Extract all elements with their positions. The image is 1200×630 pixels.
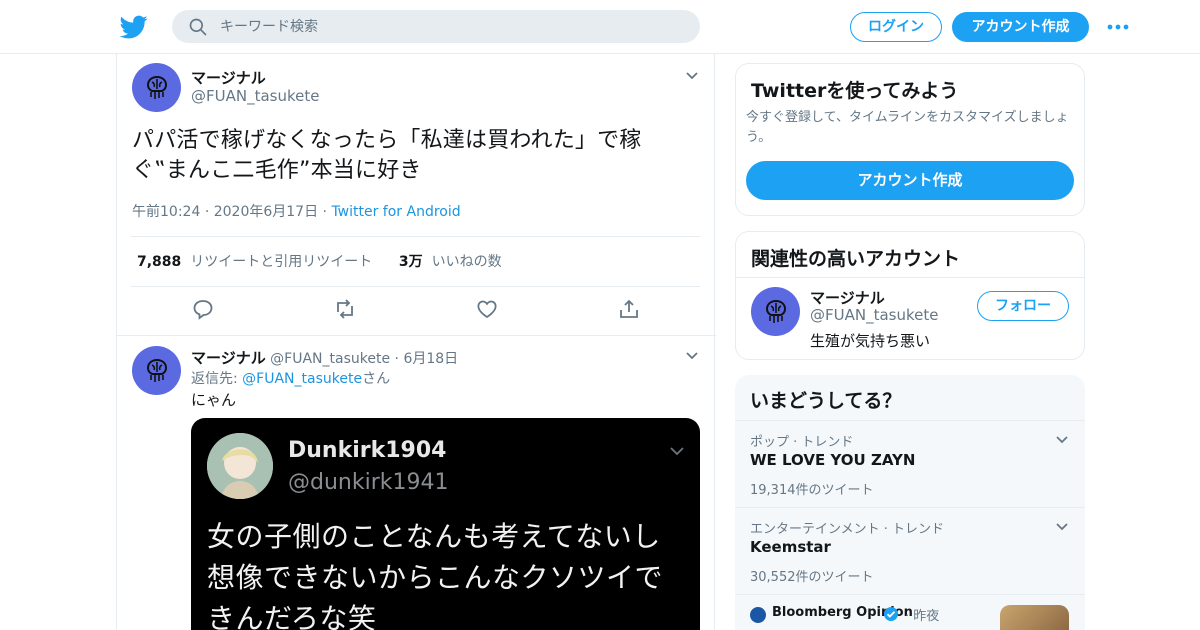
search-input[interactable] <box>220 10 680 43</box>
avatar[interactable] <box>751 287 800 336</box>
media-text-line: 女の子側のことなんも考えてないし <box>207 520 661 553</box>
trend-category: ポップ · トレンド <box>750 435 854 450</box>
trend-count: 19,314件のツイート <box>750 483 874 498</box>
news-time: · 昨夜 <box>905 605 939 624</box>
replying-to: 返信先: @FUAN_tasuketeさん <box>191 368 390 388</box>
brain-avatar-icon <box>765 299 786 323</box>
author-handle[interactable]: @FUAN_tasukete <box>191 87 319 105</box>
divider <box>117 335 716 336</box>
card-description: 今すぐ登録して、タイムラインをカスタマイズしましょう。 <box>746 110 1069 145</box>
follow-button[interactable]: フォロー <box>977 291 1069 321</box>
share-icon[interactable] <box>617 297 641 321</box>
tweet-text-line: ぐ‟まんこ二毛作”本当に好き <box>132 158 422 183</box>
brain-avatar-icon <box>146 358 167 382</box>
brain-avatar-icon <box>146 75 167 99</box>
reply-date[interactable]: 6月18日 <box>403 351 458 367</box>
trend-name[interactable]: Keemstar <box>750 538 831 556</box>
chevron-down-icon[interactable] <box>685 351 699 361</box>
avatar[interactable] <box>132 63 181 112</box>
signup-card: Twitterを使ってみよう 今すぐ登録して、タイムラインをカスタマイズしましょ… <box>735 63 1085 216</box>
author-handle[interactable]: @FUAN_tasukete <box>270 351 390 367</box>
media-text-line: 想像できないからこんなクソツイで <box>207 561 664 594</box>
timeline-column: マージナル @FUAN_tasukete パパ活で稼げなくなったら「私達は買われ… <box>116 54 716 630</box>
media-name: Dunkirk1904 <box>288 438 447 463</box>
signup-card-button[interactable]: アカウント作成 <box>746 161 1074 200</box>
account-handle[interactable]: @FUAN_tasukete <box>810 306 938 324</box>
tweet-actions <box>117 297 716 325</box>
author-name[interactable]: マージナル <box>191 349 266 367</box>
bloomberg-logo-icon <box>750 607 766 623</box>
trends-card: いまどうしてる？ ポップ · トレンド WE LOVE YOU ZAYN 19,… <box>735 375 1085 630</box>
chevron-down-icon <box>670 447 684 456</box>
chevron-down-icon[interactable] <box>1055 435 1069 445</box>
more-icon[interactable] <box>1104 16 1132 38</box>
search-icon <box>189 18 207 36</box>
reply-header: マージナル @FUAN_tasukete · 6月18日 <box>191 347 458 368</box>
divider <box>736 277 1084 278</box>
tweet-stats: 7,888 リツイートと引用リツイート 3万 いいねの数 <box>137 251 502 271</box>
card-title: Twitterを使ってみよう <box>751 80 959 102</box>
search-box[interactable] <box>172 10 700 43</box>
twitter-logo-icon[interactable] <box>120 13 148 41</box>
chevron-down-icon[interactable] <box>685 71 699 81</box>
reply-suffix: さん <box>362 371 391 387</box>
reply-to-link[interactable]: @FUAN_tasukete <box>242 371 362 387</box>
tweet-source-link[interactable]: Twitter for Android <box>331 204 460 220</box>
login-button[interactable]: ログイン <box>850 12 942 42</box>
media-handle: @dunkirk1941 <box>288 470 449 495</box>
news-item[interactable]: Bloomberg Opinion · 昨夜 <box>735 595 1085 630</box>
tweet-text: パパ活で稼げなくなったら「私達は買われた」で稼 ぐ‟まんこ二毛作”本当に好き <box>132 126 702 186</box>
likes-stat[interactable]: 3万 いいねの数 <box>399 254 502 270</box>
reply-text: にゃん <box>191 391 237 409</box>
trend-name[interactable]: WE LOVE YOU ZAYN <box>750 451 915 469</box>
divider <box>131 236 700 237</box>
reply-icon[interactable] <box>191 297 215 321</box>
card-title: いまどうしてる？ <box>750 390 902 412</box>
account-name[interactable]: マージナル <box>810 287 885 308</box>
trend-category: エンターテインメント · トレンド <box>750 522 945 537</box>
media-text-line: きんだろな笑 <box>207 602 377 630</box>
reply-prefix: 返信先: <box>191 371 243 387</box>
avatar[interactable] <box>132 346 181 395</box>
media-image[interactable]: Dunkirk1904 @dunkirk1941 女の子側のことなんも考えてない… <box>191 418 700 630</box>
tweet-date: 2020年6月17日 <box>213 204 319 220</box>
retweet-icon[interactable] <box>333 297 357 321</box>
trend-item[interactable]: ポップ · トレンド WE LOVE YOU ZAYN 19,314件のツイート <box>735 421 1085 508</box>
meta-separator: · <box>204 204 214 220</box>
card-title: 関連性の高いアカウント <box>751 248 961 270</box>
related-accounts-card: 関連性の高いアカウント マージナル @FUAN_tasukete 生殖が気持ち悪… <box>735 231 1085 360</box>
media-text: 女の子側のことなんも考えてないし 想像できないからこんなクソツイで きんだろな笑 <box>207 516 697 630</box>
tweet-text-line: パパ活で稼げなくなったら「私達は買われた」で稼 <box>132 128 642 153</box>
tweet-meta: 午前10:24 · 2020年6月17日 · Twitter for Andro… <box>132 201 461 221</box>
news-thumbnail[interactable] <box>1000 605 1069 630</box>
chevron-down-icon[interactable] <box>1055 522 1069 532</box>
tweet-time: 午前10:24 <box>132 204 201 220</box>
like-icon[interactable] <box>475 297 499 321</box>
author-name[interactable]: マージナル <box>191 67 266 88</box>
trend-count: 30,552件のツイート <box>750 570 874 585</box>
trend-item[interactable]: エンターテインメント · トレンド Keemstar 30,552件のツイート <box>735 508 1085 595</box>
anime-avatar-icon <box>207 433 273 499</box>
verified-badge-icon <box>884 607 898 621</box>
media-avatar <box>207 433 273 499</box>
divider <box>131 286 700 287</box>
account-bio: 生殖が気持ち悪い <box>810 332 931 350</box>
news-time-text: 昨夜 <box>913 609 940 624</box>
signup-button[interactable]: アカウント作成 <box>952 12 1089 42</box>
retweets-stat[interactable]: 7,888 リツイートと引用リツイート <box>137 254 372 270</box>
top-bar: ログイン アカウント作成 <box>0 0 1200 54</box>
